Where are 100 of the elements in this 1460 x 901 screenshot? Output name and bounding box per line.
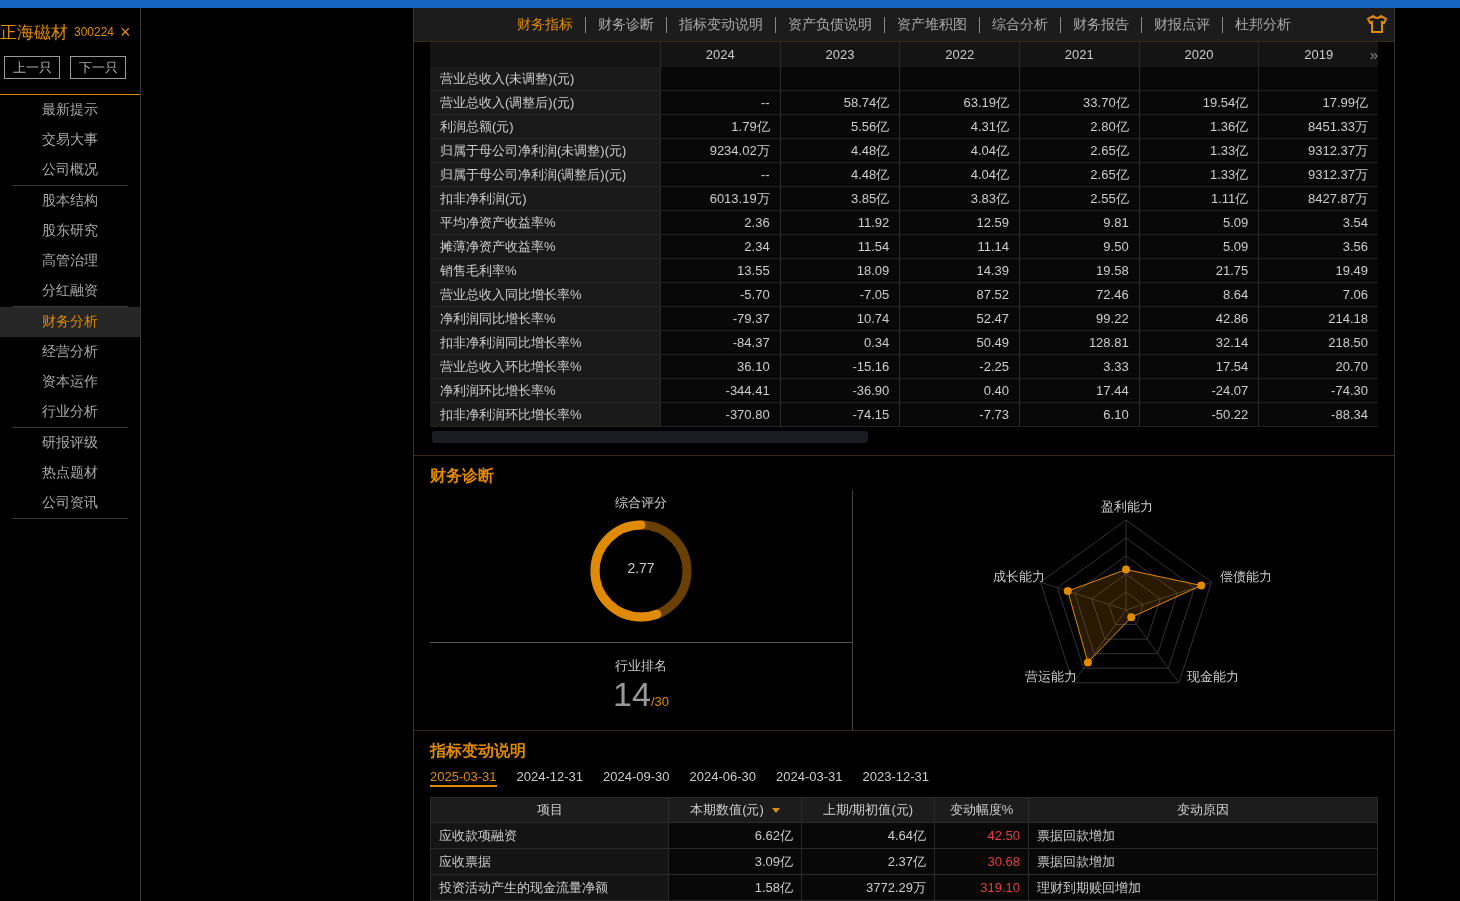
sidebar-item[interactable]: 分红融资 — [0, 276, 140, 306]
section-title: 财务诊断 — [430, 465, 495, 486]
stock-nav-button[interactable]: 下一只 — [70, 56, 126, 79]
table-cell: 19.54亿 — [1138, 91, 1259, 115]
tab[interactable]: 资产负债说明 — [776, 15, 884, 34]
date-tab[interactable]: 2023-12-31 — [862, 769, 929, 787]
sidebar-item[interactable]: 公司概况 — [0, 155, 140, 185]
tab[interactable]: 杜邦分析 — [1223, 15, 1303, 34]
table-cell: 3.85亿 — [779, 187, 900, 211]
stock-code: 300224 — [74, 25, 115, 39]
table-cell: 1.36亿 — [1138, 115, 1259, 139]
column-header: 2021 — [1019, 42, 1139, 67]
table-cell: 30.68 — [934, 848, 1028, 874]
sidebar-item[interactable]: 行业分析 — [0, 397, 140, 427]
scrollbar[interactable] — [432, 431, 868, 443]
table-cell: 17.54 — [1138, 355, 1259, 379]
table-cell: 6.62亿 — [668, 822, 801, 848]
date-tab[interactable]: 2024-03-31 — [776, 769, 843, 787]
table-cell: 应收款项融资 — [431, 822, 668, 848]
row-label: 营业总收入(未调整)(元) — [430, 67, 660, 91]
table-cell: 1.33亿 — [1138, 163, 1259, 187]
tab[interactable]: 资产堆积图 — [885, 15, 979, 34]
table-cell: 1.58亿 — [668, 874, 801, 900]
table-cell: -7.73 — [899, 403, 1019, 427]
radar-point — [1063, 587, 1072, 596]
table-cell: 9312.37万 — [1258, 163, 1378, 187]
table-cell: 7.06 — [1258, 283, 1378, 307]
radar-axis-label: 盈利能力 — [1101, 498, 1153, 516]
tab[interactable]: 综合分析 — [980, 15, 1060, 34]
table-cell: 3.54 — [1258, 211, 1378, 235]
table-cell: 20.70 — [1258, 355, 1378, 379]
table-cell: -50.22 — [1138, 403, 1259, 427]
table-cell: -84.37 — [660, 331, 780, 355]
tab[interactable]: 财报点评 — [1142, 15, 1222, 34]
date-tab[interactable]: 2024-06-30 — [689, 769, 756, 787]
table-cell: 4.64亿 — [801, 822, 934, 848]
column-header: 项目 — [536, 801, 563, 819]
table-cell: 3.83亿 — [899, 187, 1019, 211]
rank-total: /30 — [650, 694, 669, 709]
sidebar-item[interactable]: 高管治理 — [0, 246, 140, 276]
table-cell: 17.44 — [1019, 379, 1139, 403]
row-label: 营业总收入环比增长率% — [430, 355, 660, 379]
row-label: 净利润同比增长率% — [430, 307, 660, 331]
sidebar-item[interactable]: 公司资讯 — [0, 488, 140, 518]
more-columns-icon[interactable]: » — [1369, 46, 1378, 63]
table-cell: 3.56 — [1258, 235, 1378, 259]
date-tab[interactable]: 2024-09-30 — [603, 769, 670, 787]
shirt-icon[interactable] — [1366, 14, 1388, 34]
date-tab[interactable]: 2025-03-31 — [430, 769, 497, 787]
table-cell: -88.34 — [1258, 403, 1378, 427]
rank-label: 行业排名 — [615, 657, 667, 675]
radar-axis-label: 现金能力 — [1187, 668, 1239, 686]
table-cell: -370.80 — [660, 403, 780, 427]
sidebar-item[interactable]: 财务分析 — [0, 307, 140, 337]
table-cell: 9.50 — [1019, 235, 1139, 259]
table-cell: -7.05 — [779, 283, 900, 307]
table-cell: 19.58 — [1019, 259, 1139, 283]
table-cell: 2.55亿 — [1019, 187, 1139, 211]
table-cell: 票据回款增加 — [1028, 848, 1377, 874]
table-cell: 2.65亿 — [1019, 139, 1139, 163]
table-cell: -74.15 — [779, 403, 900, 427]
table-cell: 42.50 — [934, 822, 1028, 848]
row-label: 扣非净利润同比增长率% — [430, 331, 660, 355]
table-cell: 5.56亿 — [779, 115, 900, 139]
score-label: 综合评分 — [615, 494, 667, 512]
table-cell: 36.10 — [660, 355, 780, 379]
table-cell: 72.46 — [1019, 283, 1139, 307]
table-cell: 18.09 — [779, 259, 900, 283]
table-cell: 4.04亿 — [899, 139, 1019, 163]
sidebar-item[interactable]: 研报评级 — [0, 428, 140, 458]
table-cell: -24.07 — [1138, 379, 1259, 403]
sidebar-item[interactable]: 经营分析 — [0, 337, 140, 367]
sidebar-item[interactable]: 热点题材 — [0, 458, 140, 488]
table-cell: -15.16 — [779, 355, 900, 379]
table-cell: -- — [660, 91, 780, 115]
table-cell: 11.54 — [779, 235, 900, 259]
tab[interactable]: 财务报告 — [1061, 15, 1141, 34]
table-cell: 50.49 — [899, 331, 1019, 355]
close-button[interactable]: × — [120, 21, 131, 43]
table-cell: 9234.02万 — [660, 139, 780, 163]
sidebar-item[interactable]: 股东研究 — [0, 216, 140, 246]
table-cell: 理财到期赎回增加 — [1028, 874, 1377, 900]
table-cell: 9.81 — [1019, 211, 1139, 235]
sidebar-item[interactable]: 最新提示 — [0, 95, 140, 125]
sort-caret-icon[interactable] — [771, 807, 780, 813]
row-label: 营业总收入同比增长率% — [430, 283, 660, 307]
sidebar-item[interactable]: 资本运作 — [0, 367, 140, 397]
sidebar-item[interactable]: 股本结构 — [0, 186, 140, 216]
table-cell: 0.40 — [899, 379, 1019, 403]
stock-nav-button[interactable]: 上一只 — [4, 56, 60, 79]
row-label: 营业总收入(调整后)(元) — [430, 91, 660, 115]
tab[interactable]: 指标变动说明 — [667, 15, 775, 34]
table-cell: 13.55 — [660, 259, 780, 283]
sidebar-item[interactable]: 交易大事 — [0, 125, 140, 155]
tab[interactable]: 财务诊断 — [586, 15, 666, 34]
tab[interactable]: 财务指标 — [505, 15, 585, 34]
date-tab[interactable]: 2024-12-31 — [516, 769, 583, 787]
table-cell: 4.31亿 — [899, 115, 1019, 139]
table-cell: 128.81 — [1019, 331, 1139, 355]
table-cell: 8.64 — [1138, 283, 1259, 307]
